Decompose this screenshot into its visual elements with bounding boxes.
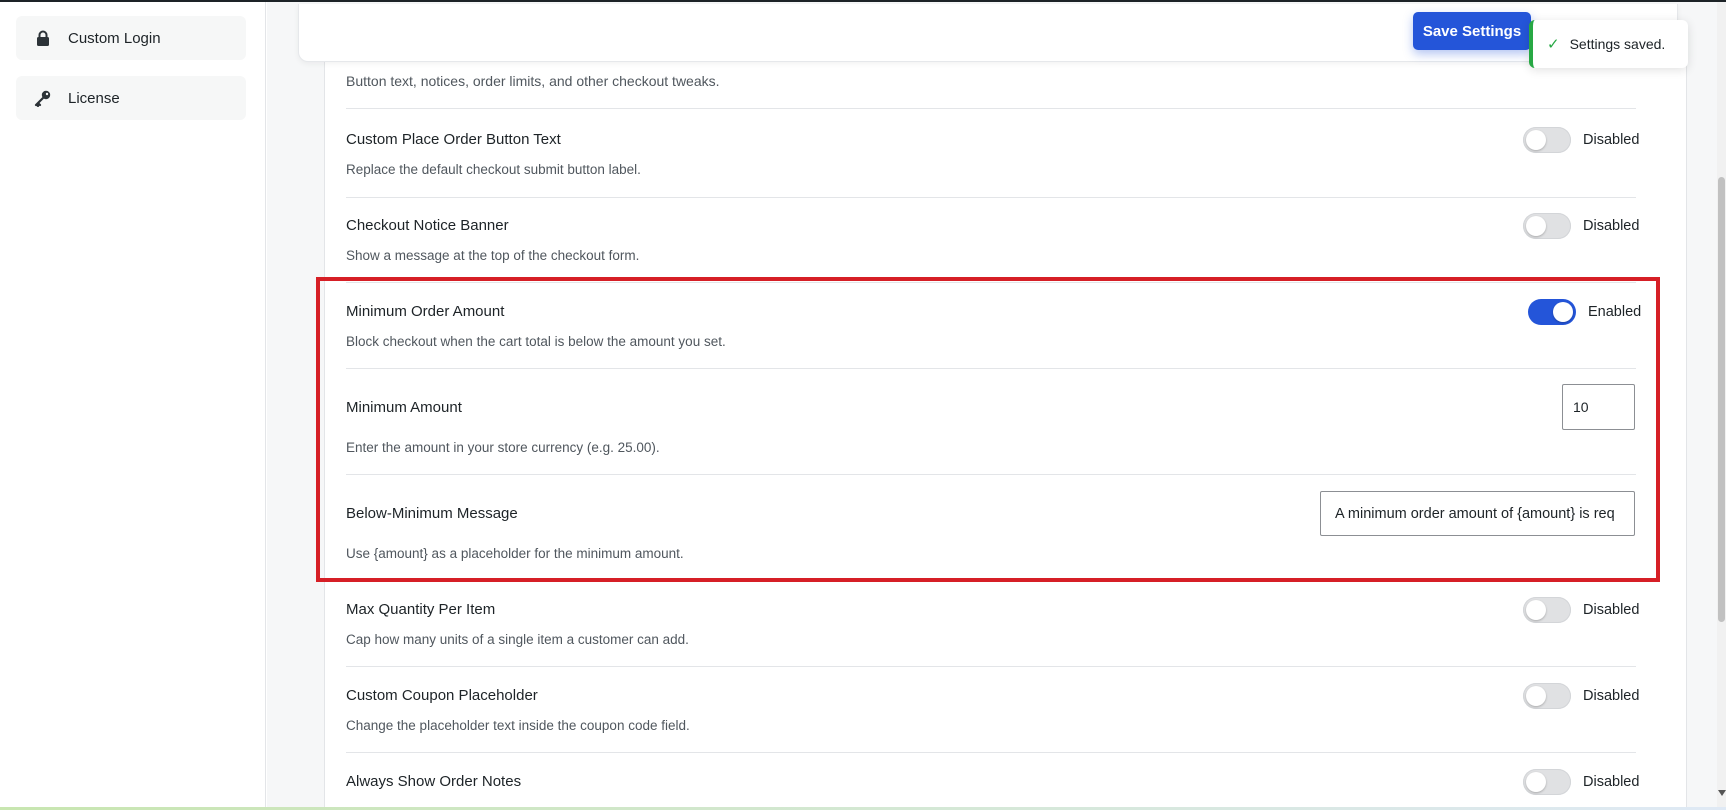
toggle-max-quantity-per-item[interactable]: Disabled — [1523, 597, 1639, 623]
toggle-switch[interactable] — [1523, 683, 1571, 709]
toggle-switch[interactable] — [1528, 299, 1576, 325]
setting-description: Change the placeholder text inside the c… — [346, 718, 690, 733]
toggle-switch[interactable] — [1523, 213, 1571, 239]
minimum-amount-description: Enter the amount in your store currency … — [346, 440, 660, 455]
setting-title-custom-place-order-button-text: Custom Place Order Button Text — [346, 131, 561, 148]
toggle-state-label: Disabled — [1583, 688, 1640, 704]
toggle-always-show-order-notes[interactable]: Disabled — [1523, 769, 1639, 795]
check-icon: ✓ — [1547, 36, 1560, 53]
divider — [346, 197, 1636, 198]
sidebar-item-custom-login[interactable]: Custom Login — [16, 16, 246, 60]
divider — [346, 282, 1636, 283]
toggle-state-label: Disabled — [1583, 602, 1640, 618]
below-minimum-message-description: Use {amount} as a placeholder for the mi… — [346, 546, 684, 561]
vertical-scrollbar[interactable] — [1717, 2, 1726, 808]
setting-title-always-show-order-notes: Always Show Order Notes — [346, 773, 522, 790]
sidebar-item-label: Custom Login — [68, 29, 161, 47]
setting-title-minimum-order-amount: Minimum Order Amount — [346, 303, 505, 320]
save-settings-button[interactable]: Save Settings — [1413, 12, 1531, 50]
toggle-custom-coupon-placeholder[interactable]: Disabled — [1523, 683, 1639, 709]
section-description: Button text, notices, order limits, and … — [346, 73, 720, 89]
setting-title-checkout-notice-banner: Checkout Notice Banner — [346, 217, 509, 234]
settings-saved-toast: ✓ Settings saved. — [1529, 20, 1688, 68]
toggle-state-label: Disabled — [1583, 132, 1640, 148]
minimum-amount-label: Minimum Amount — [346, 399, 462, 416]
divider — [346, 752, 1636, 753]
setting-title-max-quantity-per-item: Max Quantity Per Item — [346, 601, 496, 618]
toggle-switch[interactable] — [1523, 597, 1571, 623]
divider — [346, 368, 1636, 369]
setting-description: Replace the default checkout submit butt… — [346, 162, 641, 177]
toggle-state-label: Disabled — [1583, 774, 1640, 790]
sidebar: Custom Login License — [0, 2, 266, 808]
toast-message: Settings saved. — [1569, 36, 1666, 52]
setting-description: Cap how many units of a single item a cu… — [346, 632, 689, 647]
toggle-state-label: Disabled — [1583, 218, 1640, 234]
below-minimum-message-label: Below-Minimum Message — [346, 505, 518, 522]
toggle-minimum-order-amount[interactable]: Enabled — [1528, 299, 1641, 325]
toggle-switch[interactable] — [1523, 769, 1571, 795]
scroll-down-arrow-icon[interactable] — [1718, 790, 1726, 796]
divider — [346, 108, 1636, 109]
toggle-switch[interactable] — [1523, 127, 1571, 153]
divider — [346, 666, 1636, 667]
sidebar-item-license[interactable]: License — [16, 76, 246, 120]
scrollbar-thumb[interactable] — [1718, 177, 1725, 622]
toggle-checkout-notice-banner[interactable]: Disabled — [1523, 213, 1639, 239]
divider — [346, 474, 1636, 475]
below-minimum-message-input[interactable] — [1320, 491, 1635, 536]
setting-description: Show a message at the top of the checkou… — [346, 248, 640, 263]
toggle-custom-place-order-button-text[interactable]: Disabled — [1523, 127, 1639, 153]
lock-icon — [32, 27, 54, 49]
toggle-state-label: Enabled — [1588, 304, 1642, 320]
minimum-amount-input[interactable] — [1562, 384, 1635, 430]
sidebar-item-label: License — [68, 89, 120, 107]
setting-title-custom-coupon-placeholder: Custom Coupon Placeholder — [346, 687, 538, 704]
setting-description: Block checkout when the cart total is be… — [346, 334, 726, 349]
key-icon — [32, 87, 54, 109]
